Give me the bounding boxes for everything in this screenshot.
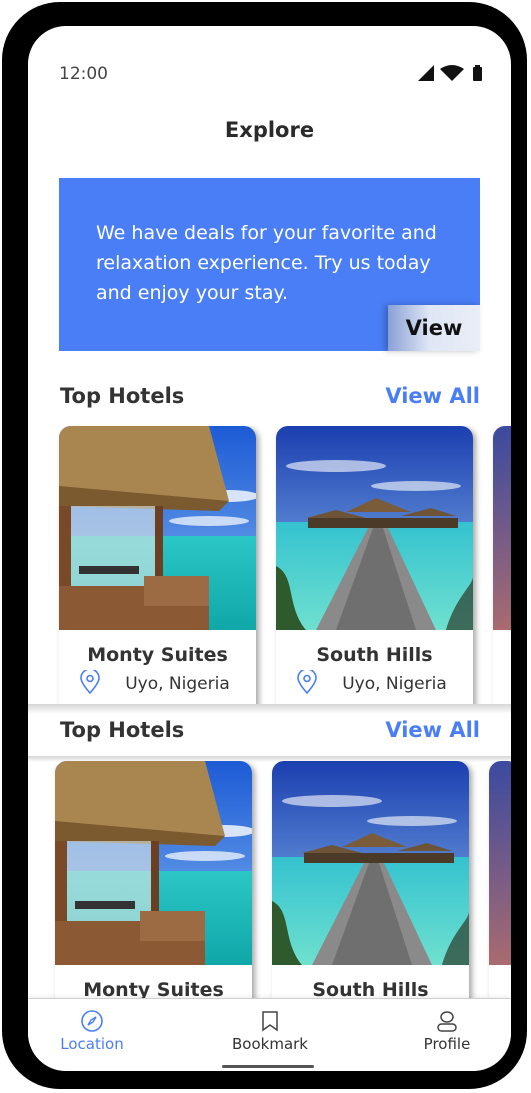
hotel-photo: [493, 426, 511, 630]
bookmark-icon: [262, 1011, 278, 1032]
hotel-carousel[interactable]: Monty Suites South Hills: [28, 761, 511, 998]
hotel-photo: [276, 426, 473, 630]
hotel-card[interactable]: South Hills Uyo, Nigeria: [276, 426, 473, 706]
hotel-name: Monty Suites: [83, 979, 224, 998]
hotel-photo: [59, 426, 256, 630]
status-icons: [418, 65, 482, 81]
hotel-photo: [55, 761, 252, 965]
compass-icon: [81, 1010, 103, 1032]
phone-frame: 12:00 Explore We have deals for your fav…: [2, 2, 527, 1089]
location-pin-icon: [297, 670, 317, 694]
view-deal-button[interactable]: View: [388, 305, 480, 351]
page-title: Explore: [224, 118, 315, 142]
hotel-name: Monty Suites: [87, 644, 228, 666]
signal-icon: [418, 65, 434, 81]
bottom-nav: Location Bookmark Profile: [28, 998, 511, 1071]
section-title: Top Hotels: [60, 384, 185, 408]
hotel-card-partial[interactable]: [493, 426, 511, 706]
section-divider: [28, 704, 511, 714]
hotel-photo: [489, 761, 511, 965]
hotel-location: Uyo, Nigeria: [125, 674, 230, 694]
battery-icon: [473, 67, 482, 81]
app-screen: 12:00 Explore We have deals for your fav…: [28, 26, 511, 1071]
hotel-name: South Hills: [316, 644, 433, 666]
hotel-name: South Hills: [312, 979, 429, 998]
hotel-location: Uyo, Nigeria: [342, 674, 447, 694]
promo-banner: We have deals for your favorite and rela…: [59, 178, 480, 351]
hotel-card[interactable]: Monty Suites: [55, 761, 252, 998]
view-all-link[interactable]: View All: [385, 384, 480, 408]
nav-label: Profile: [423, 1035, 471, 1053]
nav-item-bookmark[interactable]: Bookmark: [210, 1009, 330, 1053]
location-pin-icon: [80, 670, 100, 694]
profile-icon: [437, 1011, 457, 1032]
nav-item-location[interactable]: Location: [32, 1009, 152, 1053]
nav-item-profile[interactable]: Profile: [387, 1009, 507, 1053]
hotel-carousel[interactable]: Monty Suites Uyo, Nigeria South Hills Uy…: [28, 426, 511, 706]
hotel-card[interactable]: Monty Suites Uyo, Nigeria: [59, 426, 256, 706]
status-time: 12:00: [59, 64, 108, 84]
nav-label: Bookmark: [232, 1035, 308, 1053]
promo-text: We have deals for your favorite and rela…: [96, 222, 437, 304]
hotel-photo: [272, 761, 469, 965]
home-indicator: [222, 1065, 314, 1068]
wifi-icon: [440, 65, 464, 81]
hotel-card[interactable]: South Hills: [272, 761, 469, 998]
section-title: Top Hotels: [60, 718, 185, 742]
nav-label: Location: [60, 1035, 124, 1053]
view-all-link[interactable]: View All: [385, 718, 480, 742]
hotel-card-partial[interactable]: [489, 761, 511, 998]
